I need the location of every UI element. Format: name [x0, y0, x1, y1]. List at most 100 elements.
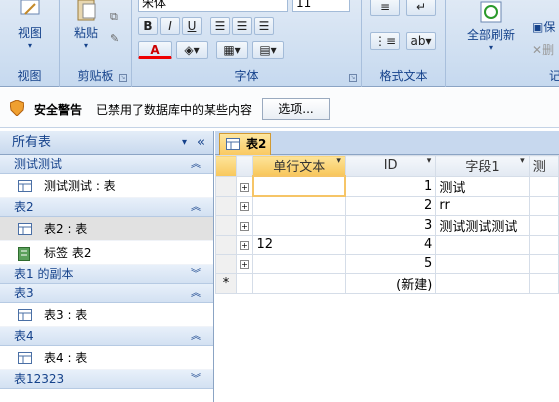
cell-single-text[interactable] [252, 253, 346, 274]
cell-field1[interactable]: 测试测试测试 [435, 214, 530, 236]
nav-group-header[interactable]: 表2 ︽ [0, 198, 213, 217]
nav-item-report[interactable]: 标签 表2 [0, 241, 213, 265]
subdatasheet-cell[interactable]: + [235, 253, 254, 274]
new-record-marker[interactable]: * [215, 272, 237, 294]
row-selector[interactable] [215, 234, 237, 255]
row-selector[interactable] [215, 214, 237, 236]
font-size-select[interactable]: 11 [292, 0, 350, 12]
cell-id[interactable]: 5 [344, 253, 437, 274]
new-record-label[interactable]: (新建) [344, 272, 437, 294]
subdatasheet-cell [235, 272, 254, 294]
cell-id[interactable]: 4 [344, 234, 437, 255]
delete-record-button[interactable]: ✕删 [532, 41, 554, 58]
expand-plus-icon[interactable]: + [239, 221, 249, 231]
expand-plus-icon[interactable]: + [239, 202, 249, 211]
gridlines-button[interactable]: ▦▾ [216, 41, 248, 59]
subdatasheet-cell[interactable]: + [235, 175, 254, 197]
cell-field1[interactable]: 测试 [435, 175, 530, 197]
view-button[interactable]: 视图 ▾ [8, 0, 52, 50]
collapse-pane-icon[interactable]: « [197, 131, 205, 155]
fill-color-button[interactable]: ◈▾ [176, 41, 208, 59]
cell-field1[interactable] [435, 253, 530, 274]
column-filter-icon[interactable]: ▾ [336, 156, 341, 166]
subdatasheet-cell[interactable]: + [235, 234, 254, 255]
cell-id[interactable]: 1 [344, 175, 437, 197]
collapse-group-icon[interactable]: ︽ [191, 327, 201, 346]
align-right-button[interactable]: ☰ [254, 17, 274, 35]
column-header[interactable]: 字段1 ▾ [435, 155, 530, 177]
cell-field1[interactable] [435, 234, 530, 255]
cell-field1[interactable] [435, 272, 530, 294]
italic-button[interactable]: I [160, 17, 180, 35]
cell-single-text[interactable] [251, 175, 347, 197]
cell-id[interactable]: 3 [344, 214, 437, 236]
column-filter-icon[interactable]: ▾ [520, 156, 525, 166]
highlight-button[interactable]: ab▾ [406, 32, 436, 50]
save-record-button[interactable]: ▣保 [532, 18, 555, 35]
nav-group-header[interactable]: 表3 ︽ [0, 284, 213, 303]
row-selector[interactable] [215, 195, 237, 216]
tab-table2[interactable]: 表2 [219, 133, 271, 155]
cell-extra[interactable] [528, 195, 559, 216]
collapse-group-icon[interactable]: ︽ [191, 155, 201, 174]
nav-item-table[interactable]: 表3 : 表 [0, 303, 213, 327]
expand-plus-icon[interactable]: + [239, 182, 249, 192]
navigation-pane: 所有表 ▾ « 测试测试 ︽ 测试测试 : 表 表2 ︽ 表2 : 表 标签 表2 … [0, 131, 214, 402]
bold-button[interactable]: B [138, 17, 158, 35]
column-header[interactable]: ID ▾ [344, 155, 437, 177]
fill-bucket-icon: ◈▾ [184, 43, 200, 57]
indent-button[interactable]: ≡ [370, 0, 400, 16]
subdatasheet-cell[interactable]: + [235, 195, 254, 216]
underline-button[interactable]: U [182, 17, 202, 35]
paste-button[interactable]: 粘贴 ▾ [66, 0, 106, 50]
refresh-icon [480, 1, 502, 23]
column-filter-icon[interactable]: ▾ [427, 156, 432, 166]
expand-plus-icon[interactable]: + [239, 260, 249, 269]
subdatasheet-cell[interactable]: + [235, 214, 254, 236]
expand-group-icon[interactable]: ︾ [191, 370, 201, 389]
cell-field1[interactable]: rr [435, 195, 530, 216]
cell-id[interactable]: 2 [344, 195, 437, 216]
nav-pane-header[interactable]: 所有表 ▾ « [0, 131, 213, 155]
expand-group-icon[interactable]: ︾ [191, 265, 201, 284]
cell-single-text[interactable]: 12 [252, 234, 346, 255]
align-left-button[interactable]: ☰ [210, 17, 230, 35]
row-selector[interactable] [215, 253, 237, 274]
nav-menu-dropdown-icon[interactable]: ▾ [182, 131, 187, 155]
nav-item-table[interactable]: 表2 : 表 [0, 217, 213, 241]
align-left-icon: ☰ [214, 19, 226, 33]
expand-plus-icon[interactable]: + [239, 241, 249, 250]
alt-fill-button[interactable]: ▤▾ [252, 41, 284, 59]
cell-extra[interactable] [528, 253, 559, 274]
cell-extra[interactable] [528, 272, 559, 294]
refresh-all-button[interactable]: 全部刷新 ▾ [460, 0, 522, 52]
nav-group-header[interactable]: 表4 ︽ [0, 327, 213, 346]
nav-group-header[interactable]: 表12323 ︾ [0, 370, 213, 389]
options-button[interactable]: 选项... [262, 98, 330, 120]
row-selector[interactable] [215, 175, 237, 197]
format-painter-icon[interactable]: ✎ [110, 32, 119, 45]
nav-item-table[interactable]: 测试测试 : 表 [0, 174, 213, 198]
cell-extra[interactable] [528, 214, 559, 236]
launcher-icon[interactable]: ↘ [349, 74, 357, 82]
align-center-button[interactable]: ☰ [232, 17, 252, 35]
copy-icon[interactable]: ⧉ [110, 10, 118, 24]
cell-extra[interactable] [528, 175, 559, 197]
paragraph-button[interactable]: ↵ [406, 0, 436, 16]
nav-item-table[interactable]: 表4 : 表 [0, 346, 213, 370]
font-color-button[interactable]: A [138, 41, 172, 59]
collapse-group-icon[interactable]: ︽ [191, 198, 201, 217]
cell-single-text[interactable] [252, 272, 346, 294]
cell-single-text[interactable] [252, 214, 346, 236]
cell-extra[interactable] [528, 234, 559, 255]
font-name-select[interactable]: 宋体 [138, 0, 288, 12]
list-button[interactable]: ⋮≡ [370, 32, 400, 50]
launcher-icon[interactable]: ↘ [119, 74, 127, 82]
collapse-group-icon[interactable]: ︽ [191, 284, 201, 303]
cell-single-text[interactable] [252, 195, 346, 216]
column-header[interactable]: 单行文本 ▾ [252, 155, 346, 177]
nav-group-header[interactable]: 表1 的副本 ︾ [0, 265, 213, 284]
column-header[interactable]: 测 [528, 155, 559, 177]
select-all-corner[interactable] [215, 155, 237, 177]
nav-group-header[interactable]: 测试测试 ︽ [0, 155, 213, 174]
